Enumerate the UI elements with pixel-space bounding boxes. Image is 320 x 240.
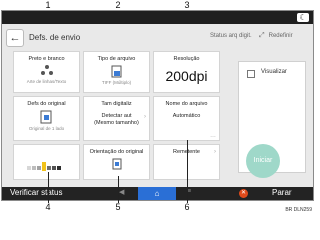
file-type-value: TIFF (Múltiplo) (101, 80, 132, 85)
scan-status-button[interactable]: Status arq digit. (210, 33, 252, 39)
color-mode-value: Arte de linhas/Texto (26, 79, 67, 84)
back-arrow-icon[interactable]: ← (6, 29, 24, 47)
more-icon: … (210, 133, 216, 139)
density-scale-icon (26, 162, 61, 171)
scan-size-value-sub: (Mesmo tamanho) (94, 120, 139, 126)
callout-2: 2 (115, 0, 121, 10)
file-type-icon (111, 65, 121, 78)
settings-grid: Preto e branco Arte de linhas/Texto Tipo… (13, 51, 221, 180)
preview-checkbox[interactable] (247, 70, 255, 78)
figure-code: BR DLN259 (285, 207, 312, 213)
chevron-right-icon: › (144, 114, 146, 120)
resolution-value: 200dpi (165, 68, 208, 84)
home-icon[interactable]: ⌂ (138, 187, 176, 200)
check-status-button[interactable]: Verificar status (10, 188, 62, 197)
orientation-tile[interactable]: Orientação do original (83, 144, 150, 180)
reset-label: Redefinir (268, 33, 293, 39)
start-button[interactable]: Iniciar (246, 144, 280, 178)
callout-6: 6 (184, 202, 190, 212)
callout-5: 5 (115, 202, 121, 212)
resolution-tile[interactable]: Resolução 200dpi (153, 51, 220, 93)
original-settings-value: Original de 1 lado (28, 126, 65, 131)
status-bar: ☾ (2, 11, 313, 24)
page-title: Defs. de envio (29, 33, 81, 42)
header: ← Defs. de envio Status arq digit. ⤢ Rede… (2, 24, 313, 51)
scan-size-tile[interactable]: Tam digitaliz Detectar aut (Mesmo tamanh… (83, 96, 150, 141)
energy-saver-icon[interactable]: ☾ (297, 13, 309, 22)
stop-icon[interactable]: ✕ (239, 189, 248, 198)
scan-size-value: Detectar aut (101, 113, 132, 119)
resolution-label: Resolução (173, 56, 200, 62)
file-type-tile[interactable]: Tipo de arquivo TIFF (Múltiplo) (83, 51, 150, 93)
callout-3: 3 (184, 0, 190, 10)
chevron-right-icon: › (214, 149, 216, 155)
orientation-icon (112, 158, 121, 170)
color-mode-tile[interactable]: Preto e branco Arte de linhas/Texto (13, 51, 80, 93)
reset-button[interactable]: ⤢ Redefinir (259, 32, 293, 40)
file-name-tile[interactable]: Nome do arquivo Automático … (153, 96, 220, 141)
file-type-label: Tipo de arquivo (97, 56, 136, 62)
preview-label: Visualizar (261, 69, 287, 75)
original-settings-label: Defs do original (27, 101, 66, 107)
density-tile[interactable] (13, 144, 80, 180)
callout-line-6 (187, 140, 188, 203)
color-mode-label: Preto e branco (28, 56, 65, 62)
stop-button[interactable]: Parar (272, 188, 292, 197)
original-settings-tile[interactable]: Defs do original Original de 1 lado (13, 96, 80, 141)
one-sided-original-icon (40, 110, 51, 124)
callout-line-4 (48, 172, 49, 203)
reset-icon: ⤢ (259, 32, 265, 39)
callout-1: 1 (45, 0, 51, 10)
back-triangle-icon[interactable]: ◀ (119, 188, 124, 196)
orientation-label: Orientação do original (89, 149, 144, 155)
callout-4: 4 (45, 202, 51, 212)
file-name-value: Automático (172, 113, 201, 119)
color-dots-icon (40, 65, 53, 77)
callout-line-5 (118, 176, 119, 203)
